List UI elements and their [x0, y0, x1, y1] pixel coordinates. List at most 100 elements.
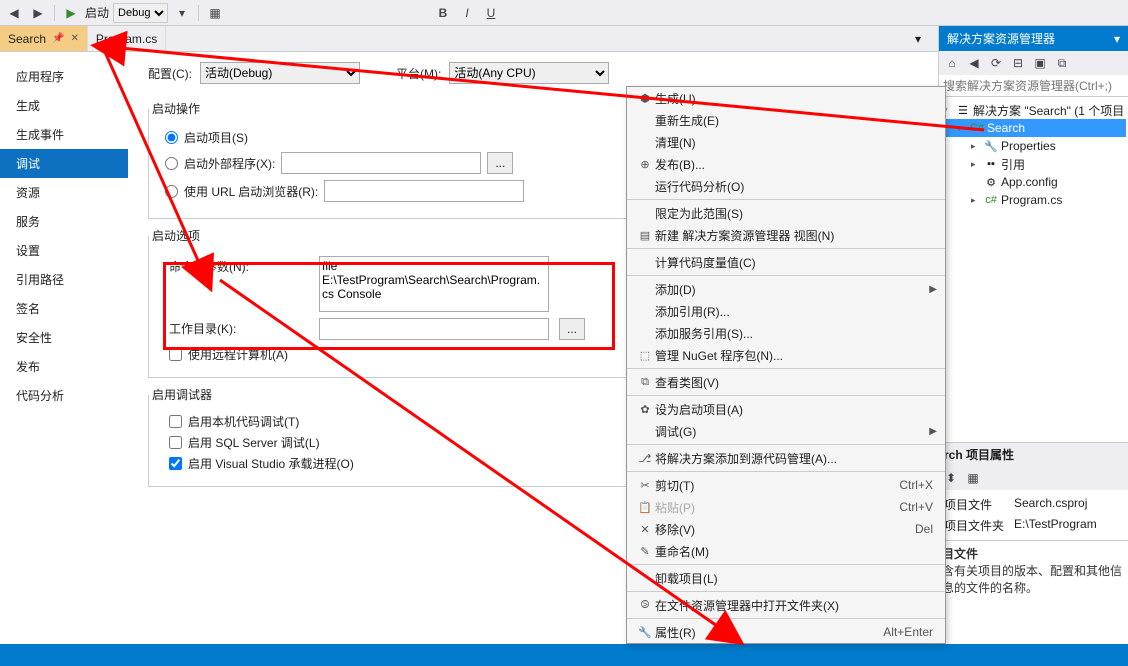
showall-icon[interactable]: ▣	[1031, 54, 1049, 72]
radio-external[interactable]	[165, 157, 178, 170]
back-icon[interactable]: ◀	[4, 3, 24, 23]
menu-unload[interactable]: 卸载项目(L)	[627, 567, 945, 589]
menu-clean[interactable]: 清理(N)	[627, 131, 945, 153]
menu-rename[interactable]: ✎重命名(M)	[627, 540, 945, 562]
cmdargs-label: 命令行参数(N):	[169, 256, 309, 275]
prop-name: 项目文件	[944, 496, 1014, 513]
hosting-checkbox[interactable]	[169, 457, 182, 470]
config-icon: ⚙	[984, 176, 998, 189]
menu-analyze[interactable]: 运行代码分析(O)	[627, 175, 945, 197]
programcs-node[interactable]: ▸c#Program.cs	[941, 191, 1126, 209]
csharp-icon: C#	[970, 122, 984, 134]
browse-button[interactable]: ...	[487, 152, 513, 174]
menu-cut[interactable]: ✂剪切(T)Ctrl+X	[627, 474, 945, 496]
forward-icon[interactable]: ▶	[28, 3, 48, 23]
menu-newview[interactable]: ▤新建 解决方案资源管理器 视图(N)	[627, 224, 945, 246]
menu-nuget[interactable]: ⬚管理 NuGet 程序包(N)...	[627, 344, 945, 366]
nav-build[interactable]: 生成	[0, 91, 128, 120]
chevron-right-icon: ▶	[929, 426, 937, 437]
remote-checkbox[interactable]	[169, 348, 182, 361]
menu-build[interactable]: ⬢生成(U)	[627, 87, 945, 109]
workdir-input[interactable]	[319, 318, 549, 340]
native-debug-checkbox[interactable]	[169, 415, 182, 428]
nav-app[interactable]: 应用程序	[0, 62, 128, 91]
menu-publish[interactable]: ⊕发布(B)...	[627, 153, 945, 175]
properties-title: rch 项目属性	[938, 443, 1128, 466]
bold-icon[interactable]: B	[433, 3, 453, 23]
platform-select[interactable]: 活动(Any CPU)	[449, 62, 609, 84]
menu-startup[interactable]: ✿设为启动项目(A)	[627, 398, 945, 420]
home-icon[interactable]: ⌂	[943, 54, 961, 72]
back-icon[interactable]: ◀	[965, 54, 983, 72]
solution-icon: ☰	[956, 104, 970, 117]
cmdargs-input[interactable]: file E:\TestProgram\Search\Search\Progra…	[319, 256, 549, 312]
start-icon[interactable]: ▶	[61, 3, 81, 23]
config-dropdown[interactable]: Debug	[113, 3, 168, 23]
external-path-input[interactable]	[281, 152, 481, 174]
nav-publish[interactable]: 发布	[0, 352, 128, 381]
refresh-icon[interactable]: ⟳	[987, 54, 1005, 72]
status-bar	[0, 644, 1128, 666]
workdir-browse-button[interactable]: ...	[559, 318, 585, 340]
menu-addsvc[interactable]: 添加服务引用(S)...	[627, 322, 945, 344]
nav-services[interactable]: 服务	[0, 207, 128, 236]
publish-icon: ⊕	[635, 158, 655, 171]
properties-node[interactable]: ▸🔧Properties	[941, 137, 1126, 155]
menu-properties[interactable]: 🔧属性(R)Alt+Enter	[627, 621, 945, 643]
refs-icon: ▪▪	[984, 158, 998, 170]
solution-search-input[interactable]	[943, 79, 1124, 93]
rename-icon: ✎	[635, 545, 655, 558]
properties-icon[interactable]: ⧉	[1053, 54, 1071, 72]
tab-overflow[interactable]: ▾	[908, 26, 928, 51]
tab-search[interactable]: Search 📌 ✕	[0, 26, 88, 51]
menu-scope[interactable]: 限定为此范围(S)	[627, 202, 945, 224]
remove-icon: ✕	[635, 523, 655, 536]
config-select[interactable]: 活动(Debug)	[200, 62, 360, 84]
radio-url[interactable]	[165, 185, 178, 198]
appconfig-node[interactable]: ⚙App.config	[941, 173, 1126, 191]
italic-icon[interactable]: I	[457, 3, 477, 23]
menu-scm[interactable]: ⎇将解决方案添加到源代码管理(A)...	[627, 447, 945, 469]
nav-resources[interactable]: 资源	[0, 178, 128, 207]
collapse-icon[interactable]: ⊟	[1009, 54, 1027, 72]
sql-debug-checkbox[interactable]	[169, 436, 182, 449]
menu-rebuild[interactable]: 重新生成(E)	[627, 109, 945, 131]
chevron-down-icon[interactable]: ▾	[1114, 32, 1120, 46]
tool-icon-1[interactable]: ▦	[205, 3, 225, 23]
nav-security[interactable]: 安全性	[0, 323, 128, 352]
folder-icon: ⧁	[635, 599, 655, 612]
nav-settings[interactable]: 设置	[0, 236, 128, 265]
menu-remove[interactable]: ✕移除(V)Del	[627, 518, 945, 540]
underline-icon[interactable]: U	[481, 3, 501, 23]
tab-program[interactable]: Program.cs	[88, 26, 166, 51]
wrench-icon: 🔧	[984, 140, 998, 153]
nav-debug[interactable]: 调试	[0, 149, 128, 178]
menu-openfolder[interactable]: ⧁在文件资源管理器中打开文件夹(X)	[627, 594, 945, 616]
menu-codemetric[interactable]: 计算代码度量值(C)	[627, 251, 945, 273]
radio-start-project[interactable]	[165, 131, 178, 144]
menu-classview[interactable]: ⧉查看类图(V)	[627, 371, 945, 393]
solution-search[interactable]	[939, 75, 1128, 97]
url-input[interactable]	[324, 180, 524, 202]
nav-signing[interactable]: 签名	[0, 294, 128, 323]
toolbar-dropdown-icon[interactable]: ▾	[172, 3, 192, 23]
references-node[interactable]: ▸▪▪引用	[941, 155, 1126, 173]
prop-value: Search.csproj	[1014, 496, 1122, 513]
main-toolbar: ◀ ▶ ▶ 启动 Debug ▾ ▦ B I U	[0, 0, 1128, 26]
prop-name: 项目文件夹	[944, 517, 1014, 534]
close-icon[interactable]: ✕	[70, 33, 78, 44]
class-icon: ⧉	[635, 376, 655, 389]
menu-add[interactable]: 添加(D)▶	[627, 278, 945, 300]
solution-root[interactable]: ▿☰解决方案 "Search" (1 个项目	[941, 101, 1126, 119]
menu-debug[interactable]: 调试(G)▶	[627, 420, 945, 442]
project-node[interactable]: ▿C#Search	[941, 119, 1126, 137]
pin-icon[interactable]: 📌	[52, 33, 64, 44]
gear-icon: ✿	[635, 403, 655, 416]
nav-buildevents[interactable]: 生成事件	[0, 120, 128, 149]
menu-paste[interactable]: 📋粘贴(P)Ctrl+V	[627, 496, 945, 518]
nav-refpaths[interactable]: 引用路径	[0, 265, 128, 294]
menu-addref[interactable]: 添加引用(R)...	[627, 300, 945, 322]
grid-icon[interactable]: ▦	[964, 469, 982, 487]
start-label[interactable]: 启动	[85, 4, 109, 21]
nav-analysis[interactable]: 代码分析	[0, 381, 128, 410]
